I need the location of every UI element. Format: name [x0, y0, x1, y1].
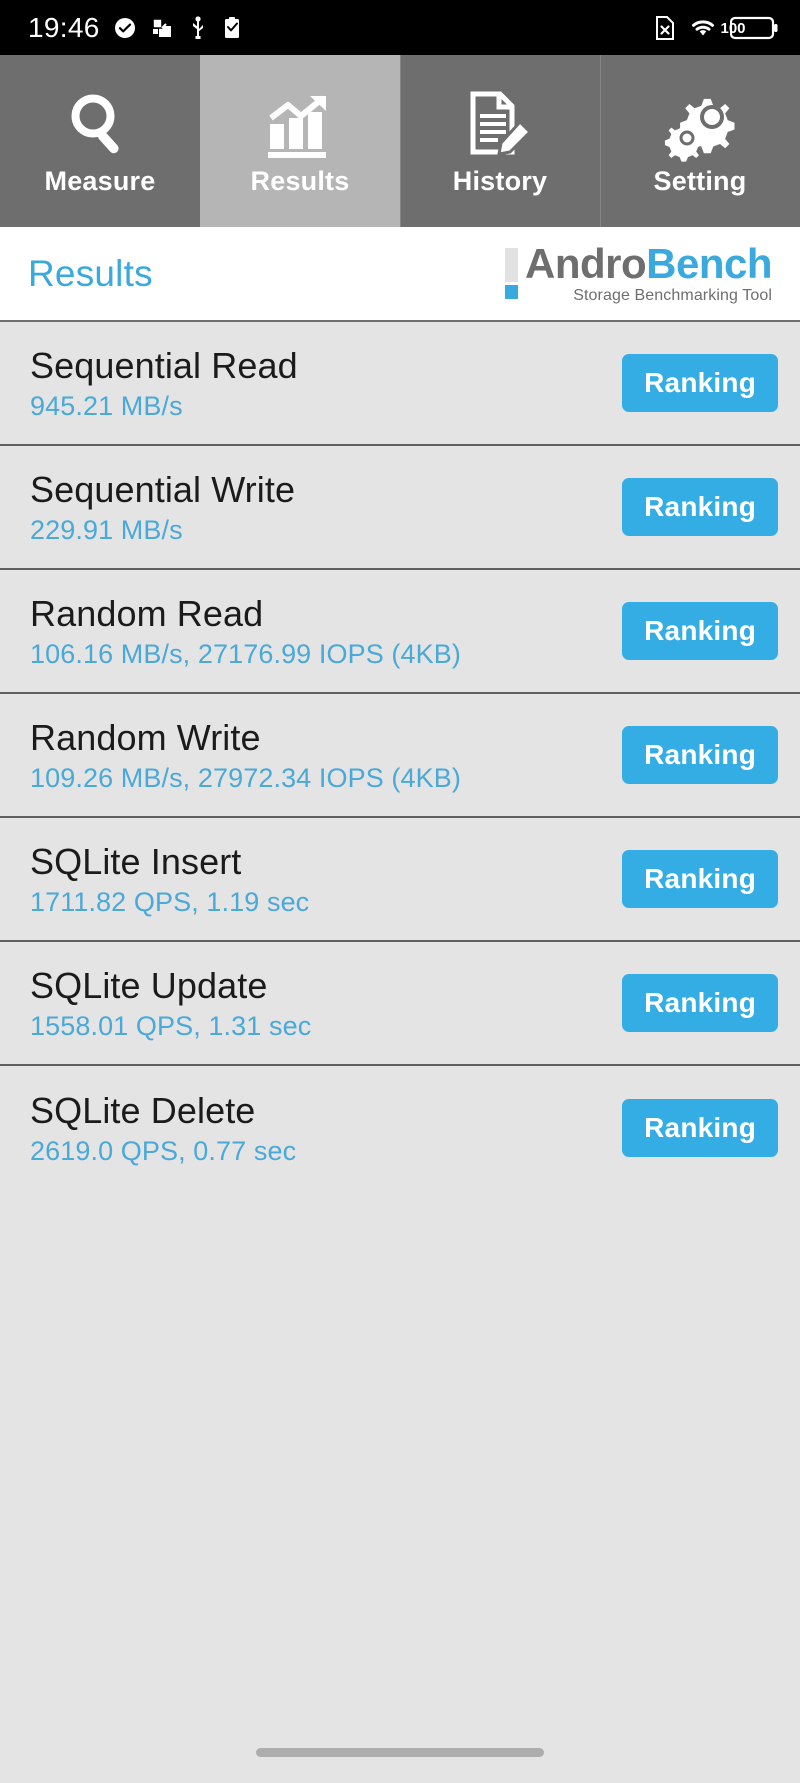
ranking-button[interactable]: Ranking — [622, 602, 778, 660]
logo-text: AndroBench Storage Benchmarking Tool — [524, 240, 773, 305]
ranking-button[interactable]: Ranking — [622, 1099, 778, 1157]
ranking-button[interactable]: Ranking — [622, 726, 778, 784]
table-row[interactable]: Sequential Write 229.91 MB/s Ranking — [0, 446, 800, 570]
table-row[interactable]: Random Read 106.16 MB/s, 27176.99 IOPS (… — [0, 570, 800, 694]
battery-level-label: 100 — [720, 19, 746, 37]
result-value: 109.26 MB/s, 27972.34 IOPS (4KB) — [30, 762, 461, 793]
status-bar-right: 100 — [654, 15, 778, 41]
logo-wordmark: AndroBench — [524, 240, 773, 287]
result-value: 1711.82 QPS, 1.19 sec — [30, 886, 310, 917]
table-row[interactable]: Sequential Read 945.21 MB/s Ranking — [0, 322, 800, 446]
result-value: 229.91 MB/s — [30, 514, 183, 545]
tab-measure[interactable]: Measure — [0, 55, 200, 227]
androbench-logo: AndroBench Storage Benchmarking Tool — [504, 240, 773, 305]
logo-tagline: Storage Benchmarking Tool — [573, 287, 772, 304]
result-value: 1558.01 QPS, 1.31 sec — [30, 1010, 312, 1041]
result-title: Random Read — [30, 592, 264, 634]
status-bar-left: 19:46 — [28, 12, 242, 44]
tab-results-label: Results — [250, 165, 350, 196]
tab-setting[interactable]: Setting — [600, 55, 800, 227]
result-value: 2619.0 QPS, 0.77 sec — [30, 1135, 297, 1166]
app-header: Results AndroBench Storage Benchmarking … — [0, 227, 800, 322]
ranking-button[interactable]: Ranking — [622, 478, 778, 536]
result-info: Random Read 106.16 MB/s, 27176.99 IOPS (… — [30, 592, 461, 669]
result-title: Random Write — [30, 716, 261, 758]
logo-word-bench: Bench — [646, 240, 772, 287]
gears-icon — [663, 86, 737, 164]
table-row[interactable]: SQLite Update 1558.01 QPS, 1.31 sec Rank… — [0, 942, 800, 1066]
results-list: Sequential Read 945.21 MB/s Ranking Sequ… — [0, 322, 800, 1783]
document-pencil-icon — [463, 86, 537, 164]
status-bar: 19:46 100 — [0, 0, 800, 55]
logo-bar-gray — [504, 248, 518, 282]
result-info: SQLite Update 1558.01 QPS, 1.31 sec — [30, 964, 312, 1041]
usb-icon — [187, 15, 209, 40]
result-info: Sequential Read 945.21 MB/s — [30, 344, 298, 421]
check-circle-icon — [113, 16, 137, 40]
result-info: Sequential Write 229.91 MB/s — [30, 468, 296, 545]
result-info: Random Write 109.26 MB/s, 27972.34 IOPS … — [30, 716, 461, 793]
ranking-button[interactable]: Ranking — [622, 974, 778, 1032]
tab-measure-label: Measure — [44, 165, 156, 196]
result-info: SQLite Insert 1711.82 QPS, 1.19 sec — [30, 840, 310, 917]
magnifier-icon — [63, 86, 137, 164]
logo-bars — [504, 242, 518, 299]
ranking-button[interactable]: Ranking — [622, 354, 778, 412]
tab-results[interactable]: Results — [200, 55, 400, 227]
result-title: SQLite Update — [30, 964, 268, 1006]
result-title: SQLite Delete — [30, 1089, 256, 1131]
result-info: SQLite Delete 2619.0 QPS, 0.77 sec — [30, 1089, 297, 1166]
page-title: Results — [28, 252, 153, 294]
table-row[interactable]: Random Write 109.26 MB/s, 27972.34 IOPS … — [0, 694, 800, 818]
result-title: Sequential Read — [30, 344, 298, 386]
table-row[interactable]: SQLite Insert 1711.82 QPS, 1.19 sec Rank… — [0, 818, 800, 942]
tab-history[interactable]: History — [400, 55, 600, 227]
screenshot-icon — [150, 16, 174, 40]
logo-word-andro: Andro — [524, 240, 647, 287]
bar-chart-arrow-icon — [263, 86, 337, 164]
no-sim-icon — [654, 15, 676, 41]
home-gesture-pill[interactable] — [256, 1747, 544, 1757]
result-title: Sequential Write — [30, 468, 296, 510]
result-title: SQLite Insert — [30, 840, 242, 882]
status-clock: 19:46 — [28, 11, 100, 43]
table-row[interactable]: SQLite Delete 2619.0 QPS, 0.77 sec Ranki… — [0, 1066, 800, 1190]
ranking-button[interactable]: Ranking — [622, 850, 778, 908]
tab-history-label: History — [452, 165, 548, 196]
tab-setting-label: Setting — [653, 165, 747, 196]
result-value: 945.21 MB/s — [30, 390, 183, 421]
wifi-icon — [689, 16, 717, 40]
result-value: 106.16 MB/s, 27176.99 IOPS (4KB) — [30, 638, 461, 669]
logo-bar-blue — [504, 285, 518, 299]
battery-icon: 100 — [720, 15, 778, 41]
clipboard-check-icon — [222, 16, 242, 40]
tab-bar: Measure Results History Setting — [0, 55, 800, 227]
system-navigation-bar — [0, 1729, 800, 1783]
